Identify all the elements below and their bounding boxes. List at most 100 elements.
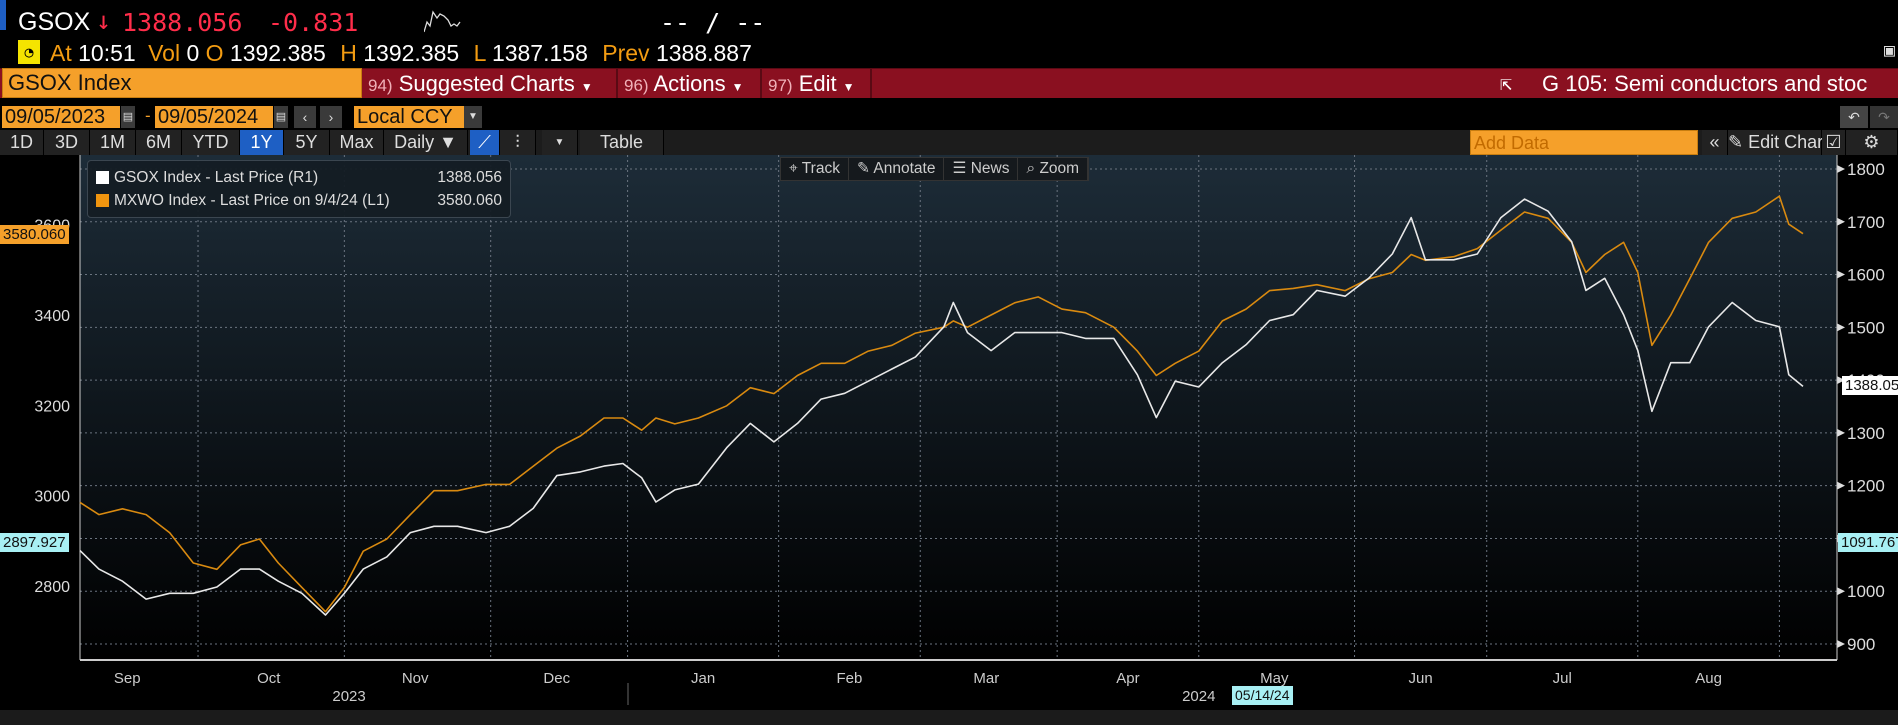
clock-icon[interactable]: ◔ bbox=[18, 40, 40, 64]
frequency-select[interactable]: Daily ▼ bbox=[384, 130, 468, 155]
chevron-down-icon[interactable]: ▼ bbox=[464, 106, 482, 128]
dropdown-icon: ▼ bbox=[580, 80, 593, 94]
year-label: 2024 bbox=[1182, 688, 1215, 705]
price-change: -0.831 bbox=[268, 8, 359, 37]
period-1d[interactable]: 1D bbox=[0, 130, 44, 155]
window-icon[interactable]: ▣ bbox=[1884, 40, 1895, 61]
period-ytd[interactable]: YTD bbox=[182, 130, 240, 155]
annotate-button[interactable]: ✎ Annotate bbox=[849, 158, 945, 180]
price-chart[interactable]: 9001000110012001300140015001600170018002… bbox=[0, 155, 1898, 710]
volume: 0 bbox=[186, 40, 200, 66]
settings-icon[interactable]: ⚙ bbox=[1846, 130, 1898, 155]
news-icon: ☰ bbox=[952, 160, 967, 177]
right-axis-tick-label: 1800 bbox=[1847, 160, 1885, 179]
bid-ask: -- / -- bbox=[660, 8, 766, 37]
undo-button[interactable]: ↶ bbox=[1840, 106, 1868, 128]
chart-toolbar: 1D 3D 1M 6M YTD 1Y 5Y Max Daily ▼ ⟋ ⫶ ▼ … bbox=[0, 130, 1898, 155]
month-label: Jul bbox=[1553, 670, 1572, 687]
ticker-row: GSOX ↓ 1388.056 -0.831 -- / -- bbox=[0, 6, 1898, 40]
start-date-input[interactable]: 09/05/2023 bbox=[2, 106, 120, 128]
table-button[interactable]: Table bbox=[580, 130, 664, 155]
period-6m[interactable]: 6M bbox=[136, 130, 182, 155]
right-cursor-tag: 1091.767 bbox=[1838, 533, 1898, 552]
collapse-icon[interactable]: « bbox=[1702, 130, 1728, 155]
open-value: 1392.385 bbox=[229, 40, 326, 66]
security-input[interactable]: GSOX Index bbox=[2, 68, 362, 98]
high-value: 1392.385 bbox=[363, 40, 460, 66]
right-axis-tick-label: 1500 bbox=[1847, 318, 1885, 337]
legend-swatch bbox=[96, 194, 109, 207]
left-cursor-tag: 2897.927 bbox=[0, 533, 69, 552]
prev-period-button[interactable]: ‹ bbox=[294, 106, 316, 128]
vol-label: Vol bbox=[148, 40, 181, 66]
period-3d[interactable]: 3D bbox=[44, 130, 90, 155]
edit-chart-button[interactable]: ✎ Edit Chart bbox=[1728, 130, 1828, 155]
edit-menu[interactable]: 97) Edit ▼ bbox=[762, 69, 872, 98]
dropdown-icon: ▼ bbox=[842, 80, 855, 94]
page-title: G 105: Semi conductors and stoc bbox=[1542, 71, 1868, 96]
legend-item-mxwo: MXWO Index - Last Price on 9/4/24 (L1) 35… bbox=[96, 189, 502, 212]
month-label: Sep bbox=[114, 670, 141, 687]
period-1y[interactable]: 1Y bbox=[240, 130, 284, 155]
left-last-price-tag: 3580.060 bbox=[0, 225, 69, 244]
month-label: Feb bbox=[837, 670, 863, 687]
suggested-charts-menu[interactable]: 94) Suggested Charts ▼ bbox=[362, 69, 618, 98]
edit-icon[interactable]: ☑ bbox=[1822, 130, 1846, 155]
status-bar bbox=[0, 710, 1898, 725]
right-axis-tick-label: 900 bbox=[1847, 635, 1875, 654]
left-axis-tick-label: 3000 bbox=[34, 489, 70, 506]
legend-item-gsox: GSOX Index - Last Price (R1) 1388.056 bbox=[96, 166, 502, 189]
month-label: Jun bbox=[1409, 670, 1433, 687]
month-label: Apr bbox=[1116, 670, 1139, 687]
last-price: 1388.056 bbox=[122, 8, 243, 37]
next-period-button[interactable]: › bbox=[320, 106, 342, 128]
year-label: 2023 bbox=[332, 688, 365, 705]
quote-time: 10:51 bbox=[78, 40, 136, 66]
add-data-input[interactable]: Add Data bbox=[1470, 130, 1698, 155]
down-arrow-icon: ↓ bbox=[96, 6, 112, 35]
cursor-date-tag: 05/14/24 bbox=[1232, 686, 1293, 705]
plot-area bbox=[80, 155, 1837, 660]
low-value: 1387.158 bbox=[491, 40, 588, 66]
dropdown-icon: ▼ bbox=[731, 80, 744, 94]
left-axis-tick-label: 3200 bbox=[34, 398, 70, 415]
month-label: May bbox=[1260, 670, 1289, 687]
at-label: At bbox=[50, 40, 72, 66]
crosshair-icon: ⌖ bbox=[789, 160, 798, 177]
chart-legend: GSOX Index - Last Price (R1) 1388.056 MXW… bbox=[87, 160, 511, 218]
month-label: Nov bbox=[402, 670, 429, 687]
left-axis-tick-label: 2800 bbox=[34, 579, 70, 596]
period-5y[interactable]: 5Y bbox=[284, 130, 330, 155]
zoom-button[interactable]: ⌕ Zoom bbox=[1018, 158, 1089, 180]
month-label: Aug bbox=[1695, 670, 1722, 687]
low-label: L bbox=[473, 40, 486, 66]
month-label: Jan bbox=[691, 670, 715, 687]
right-last-price-tag: 1388.056 bbox=[1842, 376, 1898, 395]
track-button[interactable]: ⌖ Track bbox=[781, 158, 849, 180]
news-button[interactable]: ☰ News bbox=[944, 158, 1019, 180]
external-link-icon[interactable]: ⇱ bbox=[1500, 71, 1512, 95]
right-axis-tick-label: 1200 bbox=[1847, 477, 1885, 496]
calendar-icon[interactable]: ▤ bbox=[274, 106, 288, 128]
period-max[interactable]: Max bbox=[330, 130, 384, 155]
sparkline-icon bbox=[424, 10, 461, 33]
redo-button[interactable]: ↷ bbox=[1870, 106, 1898, 128]
calendar-icon[interactable]: ▤ bbox=[121, 106, 135, 128]
pencil-icon: ✎ bbox=[856, 160, 870, 177]
right-axis-tick-label: 1600 bbox=[1847, 266, 1885, 285]
line-chart-icon[interactable]: ⟋ bbox=[470, 130, 500, 155]
prev-value: 1388.887 bbox=[655, 40, 752, 66]
end-date-input[interactable]: 09/05/2024 bbox=[155, 106, 273, 128]
date-separator: - bbox=[143, 106, 153, 125]
high-label: H bbox=[340, 40, 357, 66]
chart-tools: ⌖ Track ✎ Annotate ☰ News ⌕ Zoom bbox=[780, 157, 1090, 181]
actions-menu[interactable]: 96) Actions ▼ bbox=[618, 69, 762, 98]
month-label: Dec bbox=[543, 670, 570, 687]
left-axis-tick-label: 3400 bbox=[34, 308, 70, 325]
bar-chart-icon[interactable]: ⫶ bbox=[500, 130, 536, 155]
currency-select[interactable]: Local CCY bbox=[354, 106, 464, 128]
ticker-symbol: GSOX bbox=[18, 8, 91, 36]
right-axis-tick-label: 1300 bbox=[1847, 424, 1885, 443]
chevron-down-icon[interactable]: ▼ bbox=[542, 130, 578, 155]
period-1m[interactable]: 1M bbox=[90, 130, 136, 155]
